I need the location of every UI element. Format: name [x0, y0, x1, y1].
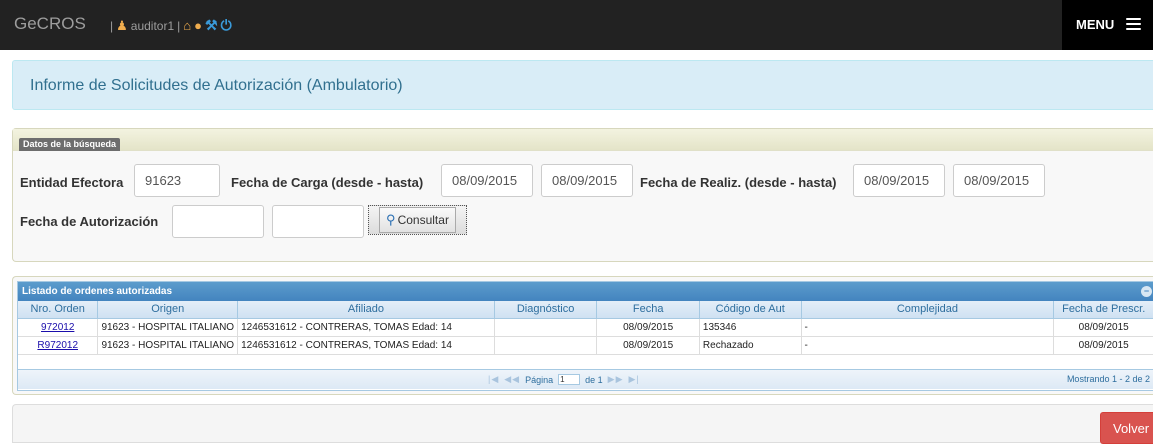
separator: |: [110, 18, 114, 33]
column-header[interactable]: Origen: [97, 301, 239, 319]
codigo-cell: Rechazado: [699, 336, 802, 355]
nro-orden-link[interactable]: 972012: [41, 322, 74, 333]
origen-cell: 91623 - HOSPITAL ITALIANO: [97, 318, 239, 337]
fecha-carga-hasta-input[interactable]: 08/09/2015: [541, 164, 633, 197]
brand-logo[interactable]: GeCROS: [14, 14, 86, 34]
grid-panel: Listado de ordenes autorizadas − Nro. Or…: [12, 276, 1153, 395]
user-icon: ♟: [116, 17, 128, 33]
table-row[interactable]: 972012 91623 - HOSPITAL ITALIANO 1246531…: [18, 318, 1153, 337]
consultar-label: Consultar: [397, 213, 449, 227]
column-header[interactable]: Nro. Orden: [18, 301, 99, 319]
fecha-prescr-cell: 08/09/2015: [1053, 318, 1153, 337]
afiliado-cell: 1246531612 - CONTRERAS, TOMAS Edad: 14: [237, 318, 495, 337]
menu-label: MENU: [1076, 17, 1115, 32]
records-info: Mostrando 1 - 2 de 2: [1066, 374, 1150, 384]
fecha-realiz-label: Fecha de Realiz. (desde - hasta): [640, 175, 837, 190]
fecha-prescr-cell: 08/09/2015: [1053, 336, 1153, 355]
user-bar: | ♟ auditor1 | ⌂ ● ⚒ ⏻: [110, 17, 232, 34]
collapse-icon[interactable]: −: [1141, 286, 1152, 297]
top-navbar: GeCROS | ♟ auditor1 | ⌂ ● ⚒ ⏻ MENU: [0, 0, 1153, 50]
fecha-realiz-desde-input[interactable]: 08/09/2015: [853, 164, 945, 197]
page-input[interactable]: 1: [558, 374, 581, 385]
fecha-carga-label: Fecha de Carga (desde - hasta): [231, 175, 424, 190]
magnifier-icon: ⚲: [386, 212, 396, 227]
codigo-cell: 135346: [699, 318, 802, 337]
fecha-cell: 08/09/2015: [596, 336, 700, 355]
nro-orden-cell: R972012: [18, 336, 99, 355]
next-page-icon[interactable]: ▶▶: [608, 374, 624, 385]
first-page-icon[interactable]: |◀: [488, 374, 499, 385]
column-header[interactable]: Complejidad: [801, 301, 1055, 319]
nro-orden-cell: 972012: [18, 318, 99, 337]
fecha-autorizacion-desde-input[interactable]: [172, 205, 264, 238]
nro-orden-link[interactable]: R972012: [37, 340, 78, 351]
of-label: de 1: [585, 374, 603, 385]
entidad-input[interactable]: 91623: [134, 164, 220, 197]
last-page-icon[interactable]: ▶|: [629, 374, 640, 385]
grid-pager: |◀ ◀◀ Página 1 de 1 ▶▶ ▶| Mostrando 1 - …: [18, 369, 1153, 389]
consultar-button[interactable]: ⚲ Consultar: [368, 205, 467, 235]
lightbulb-icon[interactable]: ●: [194, 18, 202, 33]
footer-panel: Volver: [12, 404, 1153, 444]
page-label: Página: [525, 374, 554, 385]
column-header[interactable]: Diagnóstico: [494, 301, 598, 319]
page-title: Informe de Solicitudes de Autorización (…: [30, 77, 403, 94]
fecha-cell: 08/09/2015: [596, 318, 700, 337]
afiliado-cell: 1246531612 - CONTRERAS, TOMAS Edad: 14: [237, 336, 495, 355]
username: auditor1: [130, 18, 175, 33]
fecha-autorizacion-hasta-input[interactable]: [272, 205, 364, 238]
consultar-button-inner: ⚲ Consultar: [379, 207, 456, 233]
grid-header-row: Nro. Orden Origen Afiliado Diagnóstico F…: [18, 301, 1153, 319]
diagnostico-cell: [494, 336, 598, 355]
home-icon[interactable]: ⌂: [183, 18, 191, 33]
fecha-autorizacion-label: Fecha de Autorización: [20, 214, 159, 229]
orders-grid: Listado de ordenes autorizadas − Nro. Or…: [17, 281, 1153, 391]
column-header[interactable]: Afiliado: [237, 301, 495, 319]
grid-caption-text: Listado de ordenes autorizadas: [22, 286, 173, 297]
orders-table: Nro. Orden Origen Afiliado Diagnóstico F…: [18, 301, 1153, 355]
complejidad-cell: -: [801, 318, 1055, 337]
menu-button[interactable]: MENU: [1062, 0, 1153, 50]
column-header[interactable]: Fecha de Prescr.: [1053, 301, 1153, 319]
fecha-realiz-hasta-input[interactable]: 08/09/2015: [953, 164, 1045, 197]
volver-button[interactable]: Volver: [1100, 412, 1153, 444]
grid-caption: Listado de ordenes autorizadas −: [18, 282, 1153, 301]
column-header[interactable]: Código de Aut: [699, 301, 802, 319]
search-header: Datos de la búsqueda: [13, 129, 1153, 151]
search-panel: Datos de la búsqueda Entidad Efectora 91…: [12, 128, 1153, 262]
diagnostico-cell: [494, 318, 598, 337]
column-header[interactable]: Fecha: [596, 301, 700, 319]
prev-page-icon[interactable]: ◀◀: [504, 374, 520, 385]
wrench-icon[interactable]: ⚒: [205, 17, 218, 34]
hamburger-icon: [1126, 18, 1141, 30]
fecha-carga-desde-input[interactable]: 08/09/2015: [441, 164, 533, 197]
complejidad-cell: -: [801, 336, 1055, 355]
separator: |: [177, 18, 181, 33]
pager-controls: |◀ ◀◀ Página 1 de 1 ▶▶ ▶|: [488, 374, 640, 385]
power-icon[interactable]: ⏻: [221, 17, 232, 34]
table-row[interactable]: R972012 91623 - HOSPITAL ITALIANO 124653…: [18, 336, 1153, 355]
search-legend: Datos de la búsqueda: [19, 138, 121, 151]
entidad-label: Entidad Efectora: [20, 175, 124, 190]
title-panel: Informe de Solicitudes de Autorización (…: [12, 60, 1153, 110]
origen-cell: 91623 - HOSPITAL ITALIANO: [97, 336, 239, 355]
